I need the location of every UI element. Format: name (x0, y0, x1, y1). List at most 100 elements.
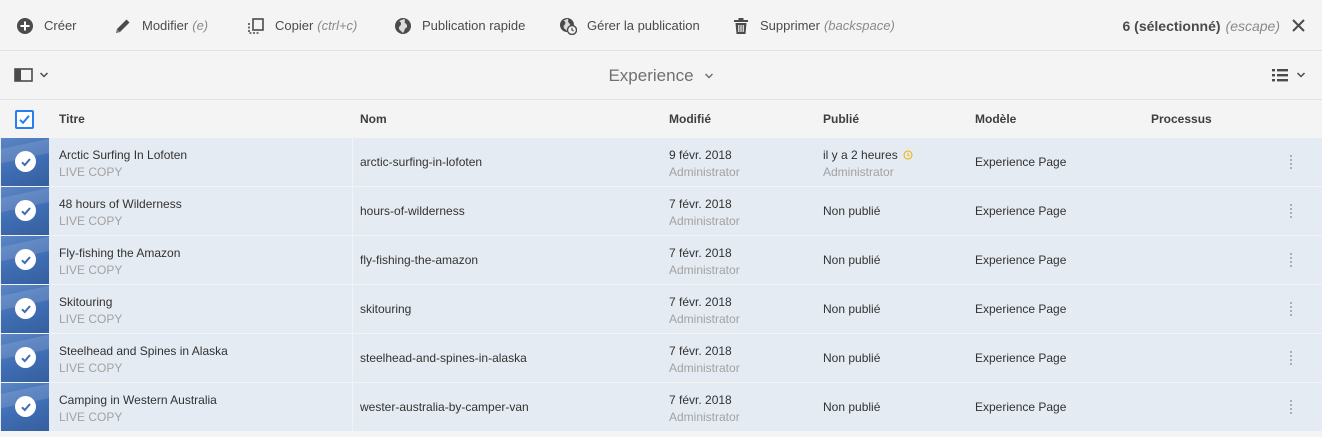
row-title: Skitouring (59, 295, 113, 309)
row-more-button[interactable] (1288, 351, 1294, 365)
row-selected-checkbox[interactable] (15, 298, 36, 319)
row-modified-by: Administrator (669, 410, 740, 424)
row-more-button[interactable] (1288, 302, 1294, 316)
row-live-copy-label: LIVE COPY (59, 361, 123, 375)
row-name: fly-fishing-the-amazon (360, 253, 479, 267)
row-thumbnail[interactable] (1, 187, 49, 235)
row-title: Camping in Western Australia (59, 393, 217, 407)
edit-shortcut: (e) (192, 18, 209, 33)
copy-button[interactable]: Copier (ctrl+c) (247, 0, 357, 51)
row-modified-cell: 7 févr. 2018 Administrator (669, 392, 740, 425)
row-more-button[interactable] (1288, 155, 1294, 169)
row-selected-checkbox[interactable] (15, 347, 36, 368)
create-label: Créer (44, 18, 77, 33)
row-title: 48 hours of Wilderness (59, 197, 182, 211)
row-title-cell: Fly-fishing the Amazon LIVE COPY (59, 245, 180, 278)
chevron-down-icon (1296, 72, 1306, 78)
row-published-status: il y a 2 heures (823, 148, 898, 162)
row-selected-checkbox[interactable] (15, 200, 36, 221)
row-modified-date: 7 févr. 2018 (669, 197, 732, 211)
row-live-copy-label: LIVE COPY (59, 263, 123, 277)
row-selected-checkbox[interactable] (15, 396, 36, 417)
table-row[interactable]: Arctic Surfing In Lofoten LIVE COPY arct… (0, 138, 1322, 187)
row-more-button[interactable] (1288, 204, 1294, 218)
row-name: wester-australia-by-camper-van (360, 400, 529, 414)
column-header-title[interactable]: Titre (59, 100, 85, 138)
row-modified-by: Administrator (669, 361, 740, 375)
checkmark-icon (19, 115, 30, 125)
row-template: Experience Page (975, 253, 1067, 267)
delete-label: Supprimer (760, 18, 820, 33)
checkmark-icon (20, 157, 31, 166)
row-thumbnail[interactable] (1, 138, 49, 186)
row-published-status: Non publié (823, 400, 881, 414)
action-bar: Créer Modifier (e) Copier (ctrl+c) Publi… (0, 0, 1322, 51)
column-header-published[interactable]: Publié (823, 100, 859, 138)
table-row[interactable]: Steelhead and Spines in Alaska LIVE COPY… (0, 334, 1322, 383)
row-modified-by: Administrator (669, 165, 740, 179)
row-modified-date: 7 févr. 2018 (669, 344, 732, 358)
row-name: hours-of-wilderness (360, 204, 465, 218)
pencil-icon (116, 19, 130, 33)
column-header-template[interactable]: Modèle (975, 100, 1016, 138)
row-title: Fly-fishing the Amazon (59, 246, 181, 260)
row-title-cell: Camping in Western Australia LIVE COPY (59, 392, 217, 425)
column-header-name[interactable]: Nom (360, 100, 387, 138)
checkmark-icon (20, 304, 31, 313)
row-title: Steelhead and Spines in Alaska (59, 344, 228, 358)
checkmark-icon (20, 402, 31, 411)
row-more-button[interactable] (1288, 400, 1294, 414)
checkmark-icon (20, 255, 31, 264)
selection-count-label: 6 (sélectionné) (1122, 17, 1221, 34)
row-selected-checkbox[interactable] (15, 151, 36, 172)
manage-publication-label: Gérer la publication (587, 18, 700, 33)
copy-label: Copier (275, 18, 314, 33)
row-title-cell: 48 hours of Wilderness LIVE COPY (59, 196, 182, 229)
row-title-cell: Steelhead and Spines in Alaska LIVE COPY (59, 343, 228, 376)
table-row[interactable]: Skitouring LIVE COPY skitouring 7 févr. … (0, 285, 1322, 334)
row-name: skitouring (360, 302, 412, 316)
row-published-by: Administrator (823, 165, 894, 179)
table-row[interactable]: 48 hours of Wilderness LIVE COPY hours-o… (0, 187, 1322, 236)
quick-publish-label: Publication rapide (422, 18, 526, 33)
quick-publish-button[interactable]: Publication rapide (394, 0, 525, 51)
table-row[interactable]: Fly-fishing the Amazon LIVE COPY fly-fis… (0, 236, 1322, 285)
row-thumbnail[interactable] (1, 236, 49, 284)
row-more-button[interactable] (1288, 253, 1294, 267)
column-header-workflow[interactable]: Processus (1151, 100, 1212, 138)
row-modified-cell: 7 févr. 2018 Administrator (669, 196, 740, 229)
copy-shortcut: (ctrl+c) (317, 18, 358, 33)
row-live-copy-label: LIVE COPY (59, 312, 123, 326)
row-selected-checkbox[interactable] (15, 249, 36, 270)
row-published-cell: il y a 2 heures Administrator (823, 147, 913, 180)
table-row[interactable]: Camping in Western Australia LIVE COPY w… (0, 383, 1322, 432)
column-header-modified[interactable]: Modifié (669, 100, 711, 138)
row-title: Arctic Surfing In Lofoten (59, 148, 188, 162)
row-modified-by: Administrator (669, 263, 740, 277)
row-live-copy-label: LIVE COPY (59, 410, 123, 424)
location-title: Experience (608, 65, 694, 85)
row-template: Experience Page (975, 155, 1067, 169)
edit-button[interactable]: Modifier (e) (114, 0, 208, 51)
delete-shortcut: (backspace) (823, 18, 895, 33)
create-button[interactable]: Créer (16, 0, 77, 51)
close-selection-button[interactable] (1291, 18, 1306, 33)
row-thumbnail[interactable] (1, 285, 49, 333)
chevron-down-icon (704, 72, 713, 79)
column-divider (352, 138, 353, 432)
row-modified-date: 7 févr. 2018 (669, 246, 732, 260)
row-modified-date: 7 févr. 2018 (669, 393, 732, 407)
location-title-dropdown[interactable]: Experience (0, 51, 1322, 100)
view-switcher-button[interactable] (1271, 67, 1306, 83)
row-template: Experience Page (975, 400, 1067, 414)
manage-publication-button[interactable]: Gérer la publication (559, 0, 700, 51)
row-modified-by: Administrator (669, 312, 740, 326)
row-thumbnail[interactable] (1, 334, 49, 382)
delete-button[interactable]: Supprimer (backspace) (732, 0, 895, 51)
clock-pending-icon (903, 150, 913, 160)
select-all-checkbox[interactable] (15, 110, 34, 129)
table-header: Titre Nom Modifié Publié Modèle Processu… (0, 100, 1322, 138)
row-modified-by: Administrator (669, 214, 740, 228)
row-title-cell: Skitouring LIVE COPY (59, 294, 122, 327)
row-thumbnail[interactable] (1, 383, 49, 431)
